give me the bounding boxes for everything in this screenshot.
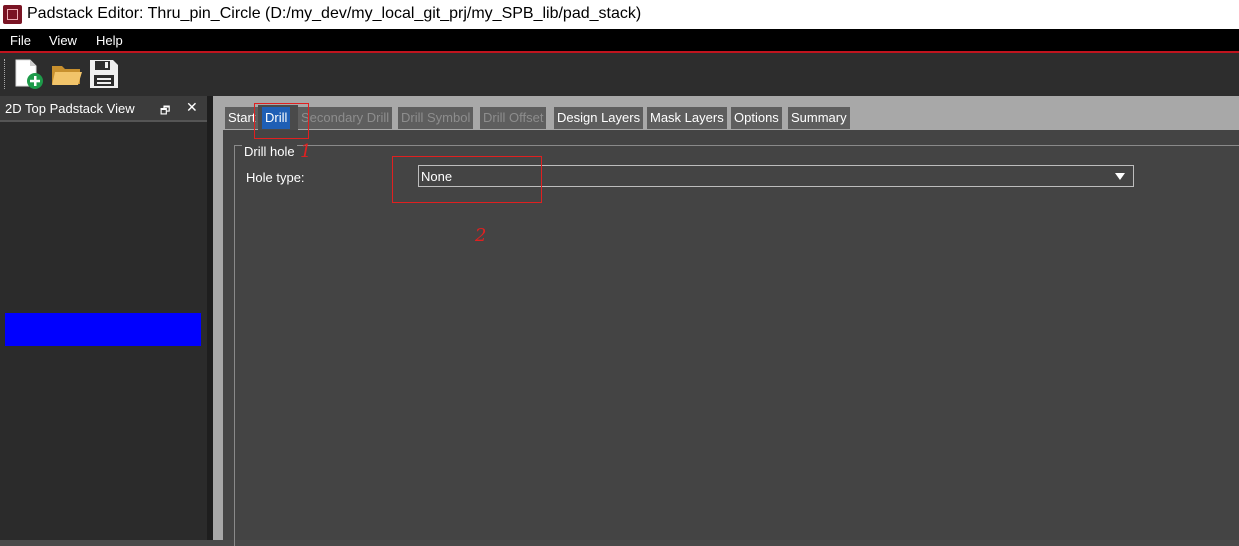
tab-drill-symbol[interactable]: Drill Symbol	[398, 107, 474, 129]
tab-mask-layers[interactable]: Mask Layers	[647, 107, 727, 129]
new-file-icon[interactable]	[13, 58, 45, 90]
title-bar: Padstack Editor: Thru_pin_Circle (D:/my_…	[0, 0, 1239, 29]
app-icon	[3, 5, 22, 24]
padstack-view-panel: 2D Top Padstack View 🗗 ✕	[0, 96, 207, 540]
annotation-box-2	[392, 156, 542, 203]
save-icon[interactable]	[88, 58, 120, 90]
drill-tab-content: Drill hole Hole type: None	[223, 130, 1239, 546]
main-area: Start Drill Secondary Drill Drill Symbol…	[213, 96, 1239, 546]
tab-options[interactable]: Options	[731, 107, 782, 129]
pad-shape-preview	[5, 313, 201, 346]
menu-file[interactable]: File	[10, 33, 31, 48]
panel-header: 2D Top Padstack View 🗗 ✕	[0, 96, 207, 120]
menu-view[interactable]: View	[49, 33, 77, 48]
drill-hole-group	[234, 145, 1239, 546]
window-title: Padstack Editor: Thru_pin_Circle (D:/my_…	[27, 5, 642, 22]
menu-help[interactable]: Help	[96, 33, 123, 48]
panel-title: 2D Top Padstack View	[5, 101, 135, 116]
tab-summary[interactable]: Summary	[788, 107, 850, 129]
menu-bar: File View Help	[0, 29, 1239, 53]
float-icon[interactable]: 🗗	[160, 102, 170, 121]
annotation-number-2: 2	[475, 225, 487, 246]
toolbar-grip[interactable]	[4, 59, 7, 89]
hole-type-label: Hole type:	[246, 170, 305, 185]
panel-divider	[0, 120, 207, 122]
close-icon[interactable]: ✕	[186, 99, 198, 116]
drill-hole-group-title: Drill hole	[242, 144, 297, 159]
tab-drill-offset[interactable]: Drill Offset	[480, 107, 547, 129]
annotation-number-1: 1	[300, 141, 312, 162]
annotation-box-1	[254, 103, 309, 139]
tab-design-layers[interactable]: Design Layers	[554, 107, 644, 129]
tab-secondary-drill[interactable]: Secondary Drill	[298, 107, 393, 129]
chevron-down-icon[interactable]	[1115, 173, 1125, 180]
open-folder-icon[interactable]	[51, 58, 83, 90]
toolbar	[0, 53, 1239, 96]
